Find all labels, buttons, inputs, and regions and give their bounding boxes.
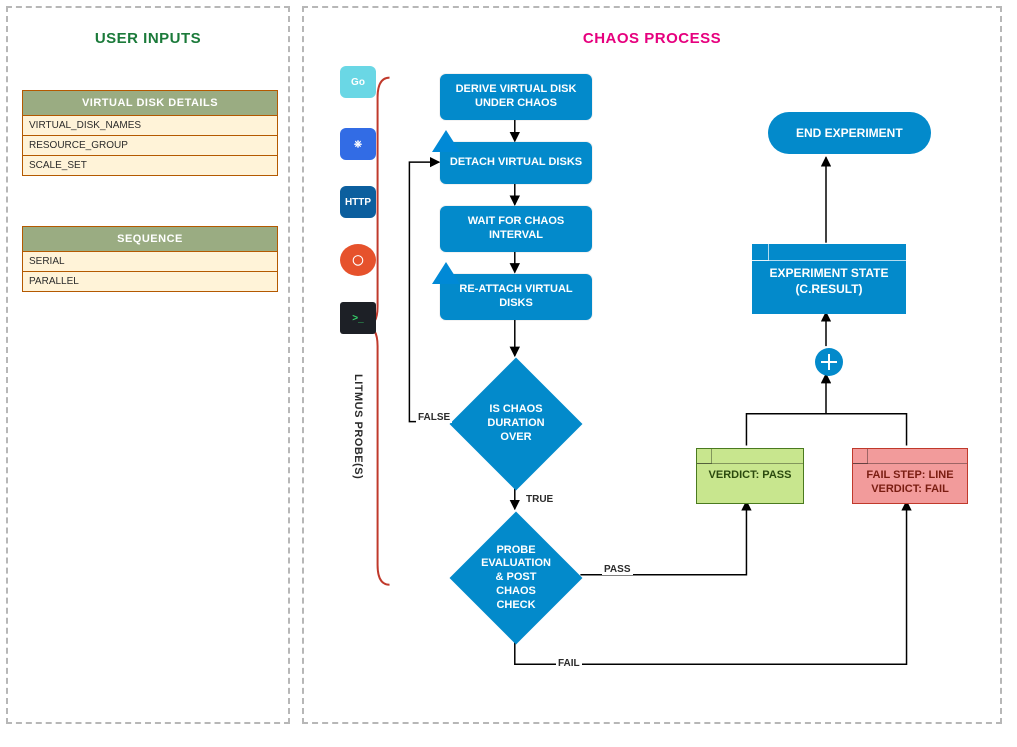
chaos-process-panel: CHAOS PROCESS Go ⎈ HTTP — [302, 6, 1002, 724]
derive-virtual-disk-step: DERIVE VIRTUAL DISK UNDER CHAOS — [440, 74, 592, 120]
go-gopher-icon: Go — [340, 66, 376, 98]
edge-label-pass: PASS — [602, 564, 633, 575]
edge-label-fail: FAIL — [556, 658, 582, 669]
detach-virtual-disks-step: DETACH VIRTUAL DISKS — [440, 142, 592, 184]
table-row: VIRTUAL_DISK_NAMES — [23, 116, 277, 136]
http-icon: HTTP — [340, 186, 376, 218]
azure-icon — [432, 130, 460, 152]
table-header: VIRTUAL DISK DETAILS — [23, 91, 277, 116]
merge-junction — [815, 348, 843, 376]
edge-label-true: TRUE — [524, 494, 555, 505]
table-row: SCALE_SET — [23, 156, 277, 175]
table-header: SEQUENCE — [23, 227, 277, 252]
sequence-table: SEQUENCE SERIAL PARALLEL — [22, 226, 278, 292]
reattach-virtual-disks-step: RE-ATTACH VIRTUAL DISKS — [440, 274, 592, 320]
end-experiment-pill: END EXPERIMENT — [768, 112, 931, 154]
experiment-state-box: EXPERIMENT STATE (C.RESULT) — [752, 244, 906, 314]
verdict-fail-box: FAIL STEP: LINE VERDICT: FAIL — [852, 448, 968, 504]
terminal-icon: >_ — [340, 302, 376, 334]
litmus-probes-label: LITMUS PROBE(S) — [352, 374, 364, 479]
azure-icon — [432, 262, 460, 284]
verdict-pass-box: VERDICT: PASS — [696, 448, 804, 504]
probe-evaluation-decision: PROBE EVALUATION & POST CHAOS CHECK — [450, 512, 582, 644]
user-inputs-panel: USER INPUTS VIRTUAL DISK DETAILS VIRTUAL… — [6, 6, 290, 724]
table-row: RESOURCE_GROUP — [23, 136, 277, 156]
decision-label: PROBE EVALUATION & POST CHAOS CHECK — [469, 531, 563, 625]
chaos-process-title: CHAOS PROCESS — [304, 30, 1000, 47]
table-row: SERIAL — [23, 252, 277, 272]
table-row: PARALLEL — [23, 272, 277, 291]
prometheus-icon: ◯ — [340, 244, 376, 276]
user-inputs-title: USER INPUTS — [8, 30, 288, 47]
virtual-disk-details-table: VIRTUAL DISK DETAILS VIRTUAL_DISK_NAMES … — [22, 90, 278, 176]
decision-label: IS CHAOS DURATION OVER — [469, 377, 563, 471]
wait-chaos-interval-step: WAIT FOR CHAOS INTERVAL — [440, 206, 592, 252]
chaos-duration-decision: IS CHAOS DURATION OVER — [450, 358, 582, 490]
kubernetes-icon: ⎈ — [340, 128, 376, 160]
edge-label-false: FALSE — [416, 412, 452, 423]
